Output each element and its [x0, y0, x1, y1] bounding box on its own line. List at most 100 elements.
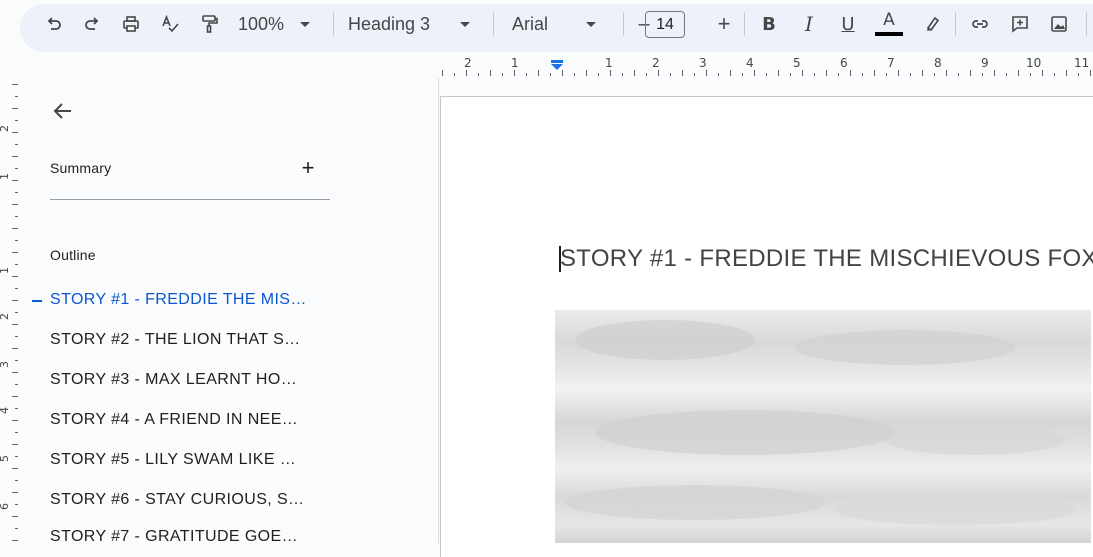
text-cursor: [559, 246, 561, 272]
embedded-image[interactable]: [555, 310, 1091, 543]
paint-format-button[interactable]: [195, 0, 223, 48]
link-icon: [966, 10, 994, 38]
add-comment-button[interactable]: [1006, 0, 1034, 48]
close-outline-button[interactable]: [48, 96, 78, 126]
insert-image-button[interactable]: [1045, 0, 1073, 48]
ruler-tick: [658, 70, 659, 76]
ruler-tick: [12, 156, 18, 157]
toolbar-divider: [333, 12, 334, 36]
plus-icon: +: [301, 155, 315, 180]
ruler-tick: [1042, 70, 1043, 76]
ruler-tick: [15, 192, 18, 193]
ruler-tick: [442, 70, 443, 76]
font-value: Arial: [512, 13, 549, 34]
ruler-number: 5: [793, 56, 801, 70]
ruler-tick: [15, 96, 18, 97]
outline-item-story-5[interactable]: STORY #5 - LILY SWAM LIKE …: [50, 451, 296, 473]
image-blur-region: [885, 425, 1065, 455]
toolbar-divider: [955, 12, 956, 36]
zoom-value: 100%: [238, 13, 285, 34]
paint-format-icon: [195, 10, 223, 38]
ruler-tick: [910, 73, 911, 76]
ruler-number: 7: [887, 56, 895, 70]
ruler-number: 3: [699, 56, 707, 70]
toolbar-divider: [1086, 12, 1087, 36]
zoom-select[interactable]: 100%: [238, 0, 328, 48]
add-comment-icon: [1006, 10, 1034, 38]
increase-font-size-button[interactable]: +: [712, 0, 736, 48]
outline-item-story-2[interactable]: STORY #2 - THE LION THAT S…: [50, 331, 301, 353]
text-color-button[interactable]: A: [874, 0, 904, 48]
ruler-tick: [586, 70, 587, 76]
ruler-number: 3: [0, 361, 11, 368]
font-select[interactable]: Arial: [512, 0, 612, 48]
toolbar-divider: [744, 12, 745, 36]
ruler-tick: [550, 73, 551, 76]
ruler-tick: [12, 468, 18, 469]
ruler-tick: [610, 70, 611, 76]
italic-icon: I: [805, 12, 813, 36]
ruler-tick: [15, 504, 18, 505]
ruler-tick: [1054, 73, 1055, 76]
horizontal-ruler[interactable]: 2 1 1 2 3 4 5 6 7 8 9 10 11: [440, 56, 1093, 78]
font-size-input[interactable]: 14: [645, 11, 685, 38]
ruler-tick: [15, 432, 18, 433]
chevron-down-icon: [460, 21, 471, 27]
ruler-tick: [15, 168, 18, 169]
ruler-number: 5: [0, 455, 11, 462]
redo-icon: [78, 10, 106, 38]
summary-heading: Summary: [50, 160, 112, 176]
document-heading[interactable]: STORY #1 - FREDDIE THE MISCHIEVOUS FOX: [560, 245, 1093, 273]
spellcheck-icon: [156, 10, 184, 38]
indent-marker-icon[interactable]: [550, 60, 564, 70]
outline-item-story-6[interactable]: STORY #6 - STAY CURIOUS, S…: [50, 491, 304, 513]
outline-item-story-7[interactable]: STORY #7 - GRATITUDE GOE…: [50, 528, 298, 550]
ruler-tick: [1066, 70, 1067, 76]
ruler-tick: [622, 73, 623, 76]
ruler-tick: [12, 300, 18, 301]
vertical-ruler[interactable]: 2 1 1 2 3 4 5 6: [0, 80, 20, 543]
ruler-tick: [15, 480, 18, 481]
ruler-number: 4: [0, 407, 11, 414]
ruler-tick: [12, 540, 18, 541]
ruler-tick: [12, 348, 18, 349]
ruler-tick: [12, 420, 18, 421]
ruler-number: 6: [840, 56, 848, 70]
ruler-tick: [862, 73, 863, 76]
ruler-tick: [682, 70, 683, 76]
ruler-tick: [814, 73, 815, 76]
ruler-number: 2: [652, 56, 660, 70]
spellcheck-button[interactable]: [156, 0, 184, 48]
ruler-tick: [886, 73, 887, 76]
add-summary-button[interactable]: +: [296, 155, 320, 180]
summary-divider: [50, 199, 330, 200]
outline-item-story-1[interactable]: STORY #1 - FREDDIE THE MIS…: [50, 291, 307, 313]
outline-item-story-4[interactable]: STORY #4 - A FRIEND IN NEE…: [50, 411, 298, 433]
plus-icon: +: [717, 11, 731, 36]
ruler-tick: [754, 70, 755, 76]
undo-button[interactable]: [40, 0, 68, 48]
paragraph-style-select[interactable]: Heading 3: [348, 0, 478, 48]
underline-icon: U: [841, 13, 855, 35]
highlight-color-button[interactable]: [918, 0, 946, 48]
ruler-tick: [15, 384, 18, 385]
insert-link-button[interactable]: [966, 0, 994, 48]
undo-icon: [40, 10, 68, 38]
ruler-tick: [12, 324, 18, 325]
image-blur-region: [595, 410, 895, 455]
bold-button[interactable]: B: [756, 0, 782, 48]
ruler-tick: [1030, 73, 1031, 76]
ruler-tick: [1078, 73, 1079, 76]
italic-button[interactable]: I: [796, 0, 822, 48]
image-blur-region: [835, 495, 1075, 525]
underline-button[interactable]: U: [835, 0, 861, 48]
ruler-tick: [562, 70, 563, 76]
ruler-tick: [12, 252, 18, 253]
redo-button[interactable]: [78, 0, 106, 48]
outline-item-story-3[interactable]: STORY #3 - MAX LEARNT HO…: [50, 371, 297, 393]
ruler-number: 6: [0, 503, 11, 510]
ruler-tick: [15, 360, 18, 361]
print-button[interactable]: [117, 0, 145, 48]
ruler-tick: [15, 216, 18, 217]
chevron-down-icon: [586, 21, 597, 27]
